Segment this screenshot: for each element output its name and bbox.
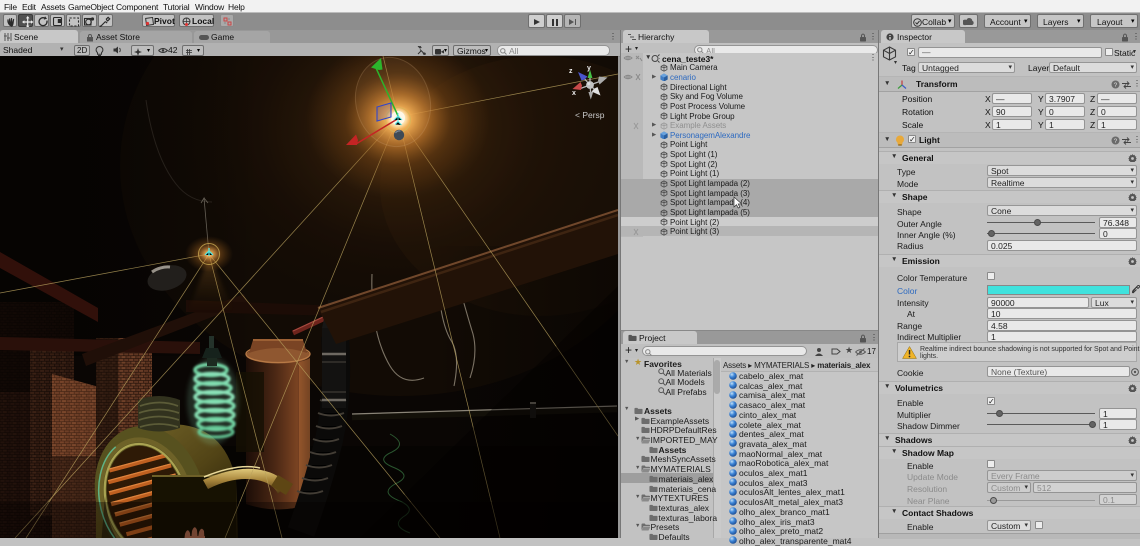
svg-text:?: ? bbox=[1114, 138, 1118, 145]
svg-text:?: ? bbox=[1114, 82, 1118, 89]
svg-text:z: z bbox=[569, 68, 573, 75]
svg-text:y: y bbox=[587, 65, 591, 72]
svg-text:x: x bbox=[572, 90, 576, 97]
svg-text:˂ Persp: ˂ Persp bbox=[575, 110, 605, 120]
